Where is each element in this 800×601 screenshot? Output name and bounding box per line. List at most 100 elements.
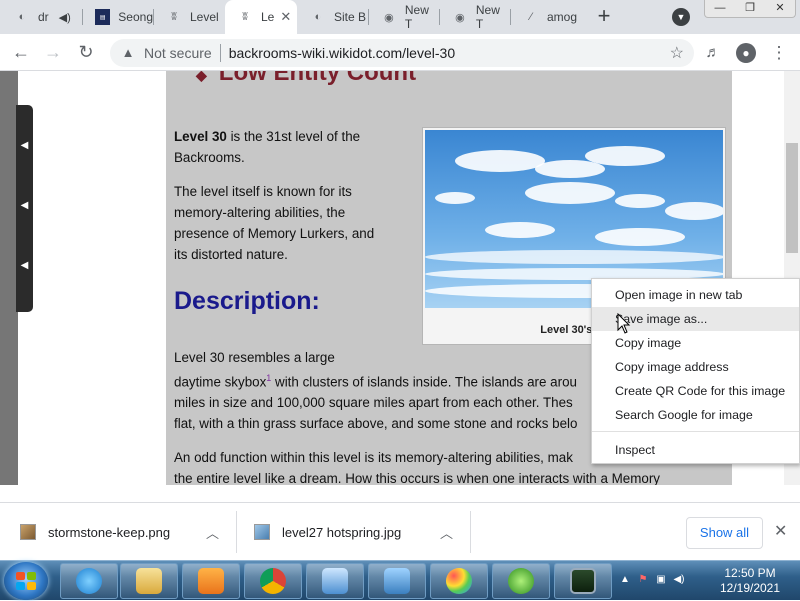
mouse-cursor-icon	[617, 313, 631, 334]
left-arrow-icon[interactable]: ◀	[19, 200, 30, 211]
not-secure-label[interactable]: Not secure	[144, 45, 212, 61]
cloud-shape	[595, 228, 685, 246]
reload-icon[interactable]: ↻	[75, 42, 97, 64]
image-file-icon	[20, 524, 36, 540]
paint-icon	[446, 568, 472, 594]
tab-4-active[interactable]: ʬ Le ✕	[225, 0, 297, 34]
new-tab-button[interactable]: +	[592, 5, 616, 29]
folder-icon	[136, 568, 162, 594]
diamond-bullet-icon: ◆	[196, 71, 207, 83]
speaker-icon[interactable]: ◀)	[59, 11, 71, 24]
menu-open-image-new-tab[interactable]: Open image in new tab	[592, 283, 799, 307]
taskbar-media-player[interactable]	[182, 563, 240, 599]
wikidot-icon: ʬ	[171, 11, 177, 23]
download-item-2[interactable]: level27 hotspring.jpg	[254, 521, 401, 543]
menu-search-google-image[interactable]: Search Google for image	[592, 403, 799, 427]
bookmark-star-icon[interactable]: ☆	[670, 43, 684, 63]
wikidot-icon: ʬ	[242, 11, 248, 23]
start-button[interactable]	[4, 562, 48, 600]
taskbar-photo-viewer[interactable]	[368, 563, 426, 599]
media-player-icon	[198, 568, 224, 594]
tab-3[interactable]: ʬ Level	[154, 0, 224, 34]
internet-explorer-icon	[76, 568, 102, 594]
tab-6[interactable]: ◉ New T	[369, 0, 439, 34]
left-arrow-icon[interactable]: ◀	[19, 140, 30, 151]
tab-strip: ◐ dr ◀) ▤ Seong ʬ Level ʬ Le ✕ ◐ Site B …	[0, 0, 800, 34]
download-divider	[236, 511, 237, 553]
monitor-icon	[570, 568, 596, 594]
image-file-icon	[254, 524, 270, 540]
taskbar-paint[interactable]	[430, 563, 488, 599]
globe-icon: ◐	[314, 11, 322, 23]
taskbar-control-panel[interactable]	[306, 563, 364, 599]
cloud-shape	[665, 202, 723, 220]
menu-inspect[interactable]: Inspect	[592, 438, 799, 462]
taskbar-task-manager[interactable]	[554, 563, 612, 599]
abilities-paragraph: The level itself is known for its memory…	[174, 184, 375, 262]
chrome-icon	[260, 568, 286, 594]
control-panel-icon	[322, 568, 348, 594]
menu-create-qr-code[interactable]: Create QR Code for this image	[592, 379, 799, 403]
globe-icon: ◐	[18, 11, 26, 23]
chevron-up-icon[interactable]: ︿	[206, 523, 219, 542]
windows-logo-icon	[16, 572, 36, 590]
tab-1[interactable]: ◐ dr ◀)	[2, 0, 82, 34]
site-favicon-icon: ▤	[95, 9, 111, 25]
taskbar-explorer[interactable]	[120, 563, 178, 599]
description-paragraph: Level 30 resembles a large daytime skybo…	[174, 350, 578, 432]
cloud-shape	[455, 150, 545, 172]
warning-icon[interactable]: ▲	[120, 45, 136, 61]
download-item-1[interactable]: stormstone-keep.png	[20, 521, 170, 543]
tab-7[interactable]: ◉ New T	[440, 0, 510, 34]
close-tab-icon[interactable]: ✕	[280, 9, 291, 25]
cloud-shape	[435, 192, 475, 204]
minimize-icon[interactable]: —	[705, 0, 735, 17]
menu-dots-icon[interactable]: ⋮	[768, 42, 790, 64]
profile-avatar-icon[interactable]: ●	[736, 43, 756, 63]
back-arrow-icon[interactable]: ←	[10, 42, 32, 64]
window-controls: — ❐ ✕	[704, 0, 796, 18]
action-center-icon[interactable]: ⚑	[636, 574, 650, 588]
tab-search-icon[interactable]: ▼	[672, 8, 690, 26]
close-downloads-icon[interactable]: ✕	[774, 521, 787, 541]
omnibox-divider	[219, 44, 221, 62]
show-hidden-icons-icon[interactable]: ▲	[618, 574, 632, 588]
restore-icon[interactable]: ❐	[735, 0, 765, 17]
windows-taskbar: ▲ ⚑ ▣ ◀) 12:50 PM 12/19/2021	[0, 560, 800, 600]
cloud-shape	[615, 194, 665, 208]
tab-8[interactable]: ⁄ amog	[511, 0, 581, 34]
chrome-icon: ◉	[384, 11, 394, 24]
windows-flag-icon	[508, 568, 534, 594]
media-control-icon[interactable]: ♬	[702, 42, 724, 64]
url-text[interactable]: backrooms-wiki.wikidot.com/level-30	[229, 45, 455, 61]
cloud-shape	[425, 250, 723, 264]
chrome-icon: ◉	[455, 11, 465, 24]
browser-toolbar: ← → ↻ ▲ Not secure backrooms-wiki.wikido…	[0, 34, 800, 71]
close-window-icon[interactable]: ✕	[765, 0, 795, 17]
description-heading: Description:	[174, 287, 320, 315]
volume-icon[interactable]: ◀)	[672, 574, 686, 588]
cloud-shape	[525, 182, 615, 204]
cloud-shape	[485, 222, 555, 238]
network-icon[interactable]: ▣	[654, 574, 668, 588]
tool-icon: ⁄	[530, 11, 532, 23]
chevron-up-icon[interactable]: ︿	[440, 523, 453, 542]
address-bar[interactable]: ▲ Not secure backrooms-wiki.wikidot.com/…	[110, 39, 694, 67]
downloads-bar: stormstone-keep.png ︿ level27 hotspring.…	[0, 502, 800, 560]
tab-5[interactable]: ◐ Site B	[298, 0, 368, 34]
taskbar-clock[interactable]: 12:50 PM 12/19/2021	[708, 566, 792, 596]
taskbar-ie[interactable]	[60, 563, 118, 599]
left-arrow-icon[interactable]: ◀	[19, 260, 30, 271]
download-divider	[470, 511, 471, 553]
taskbar-windows-media[interactable]	[492, 563, 550, 599]
photo-viewer-icon	[384, 568, 410, 594]
scrollbar-thumb[interactable]	[786, 143, 798, 253]
tab-2[interactable]: ▤ Seong	[83, 0, 153, 34]
forward-arrow-icon[interactable]: →	[42, 42, 64, 64]
context-menu: Open image in new tab Save image as... C…	[591, 278, 800, 464]
menu-copy-image-address[interactable]: Copy image address	[592, 355, 799, 379]
page-left-margin	[18, 71, 166, 485]
show-all-button[interactable]: Show all	[686, 517, 763, 549]
menu-separator	[592, 431, 799, 432]
taskbar-chrome[interactable]	[244, 563, 302, 599]
